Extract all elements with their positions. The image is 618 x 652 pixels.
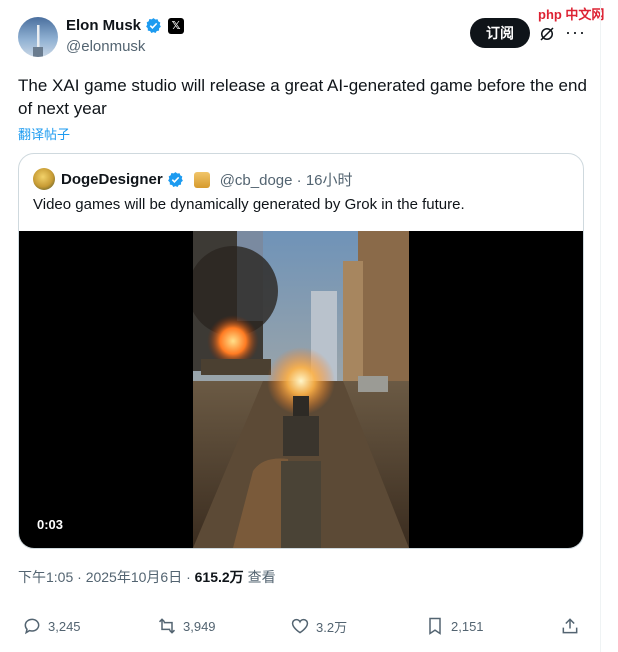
share-button[interactable] [560, 616, 580, 636]
action-bar: 3,245 3,949 3.2万 2,151 [0, 612, 618, 642]
site-watermark: php 中文网 [536, 4, 607, 23]
author-avatar[interactable] [18, 17, 58, 57]
bookmark-count: 2,151 [451, 618, 484, 634]
tweet-meta: 下午1:05 · 2025年10月6日 · 615.2万 查看 [18, 567, 276, 587]
tweet-text: The XAI game studio will release a great… [18, 76, 587, 118]
reply-icon [24, 618, 40, 635]
video-duration: 0:03 [37, 517, 64, 532]
quoted-tweet-card[interactable]: DogeDesigner @cb_doge · 16小时 Video games… [18, 153, 584, 549]
grok-icon[interactable] [538, 25, 556, 43]
author-name[interactable]: Elon Musk [66, 17, 141, 34]
affiliate-badge-icon [193, 171, 210, 188]
repost-icon [158, 618, 176, 634]
verified-badge-icon [167, 172, 183, 187]
reply-count: 3,245 [48, 618, 81, 634]
more-options-icon[interactable]: ··· [565, 22, 586, 43]
subscribe-button[interactable]: 订阅 [470, 18, 530, 48]
translate-post-link[interactable]: 翻译帖子 [18, 124, 70, 143]
heart-icon [291, 618, 309, 634]
quoted-handle-time: @cb_doge · 16小时 [219, 172, 353, 189]
quoted-tweet-text: Video games will be dynamically generate… [33, 196, 465, 213]
x-affiliation-icon: 𝕏 [168, 17, 185, 34]
views-label: 查看 [243, 569, 276, 585]
bookmark-icon [429, 617, 441, 635]
author-handle[interactable]: @elonmusk [66, 38, 145, 55]
game-scene-image [193, 231, 409, 548]
share-icon [562, 618, 578, 634]
author-name-row[interactable]: Elon Musk 𝕏 [66, 17, 185, 34]
video-player[interactable]: 0:03 [19, 231, 583, 548]
repost-button[interactable]: 3,949 [157, 616, 216, 636]
timestamp[interactable]: 下午1:05 · 2025年10月6日 · [18, 569, 195, 585]
reply-button[interactable]: 3,245 [22, 616, 81, 636]
bookmark-button[interactable]: 2,151 [425, 616, 484, 636]
quoted-author-name[interactable]: DogeDesigner [61, 171, 163, 188]
video-frame[interactable] [193, 231, 409, 548]
rocket-image-icon [33, 25, 43, 57]
column-divider [600, 0, 601, 652]
like-button[interactable]: 3.2万 [290, 616, 347, 636]
quoted-author-row[interactable]: DogeDesigner @cb_doge · 16小时 [61, 169, 353, 190]
quoted-author-avatar[interactable] [33, 168, 55, 190]
like-count: 3.2万 [316, 619, 348, 635]
verified-badge-icon [146, 18, 161, 33]
views-count: 615.2万 [194, 569, 244, 585]
repost-count: 3,949 [183, 618, 216, 634]
